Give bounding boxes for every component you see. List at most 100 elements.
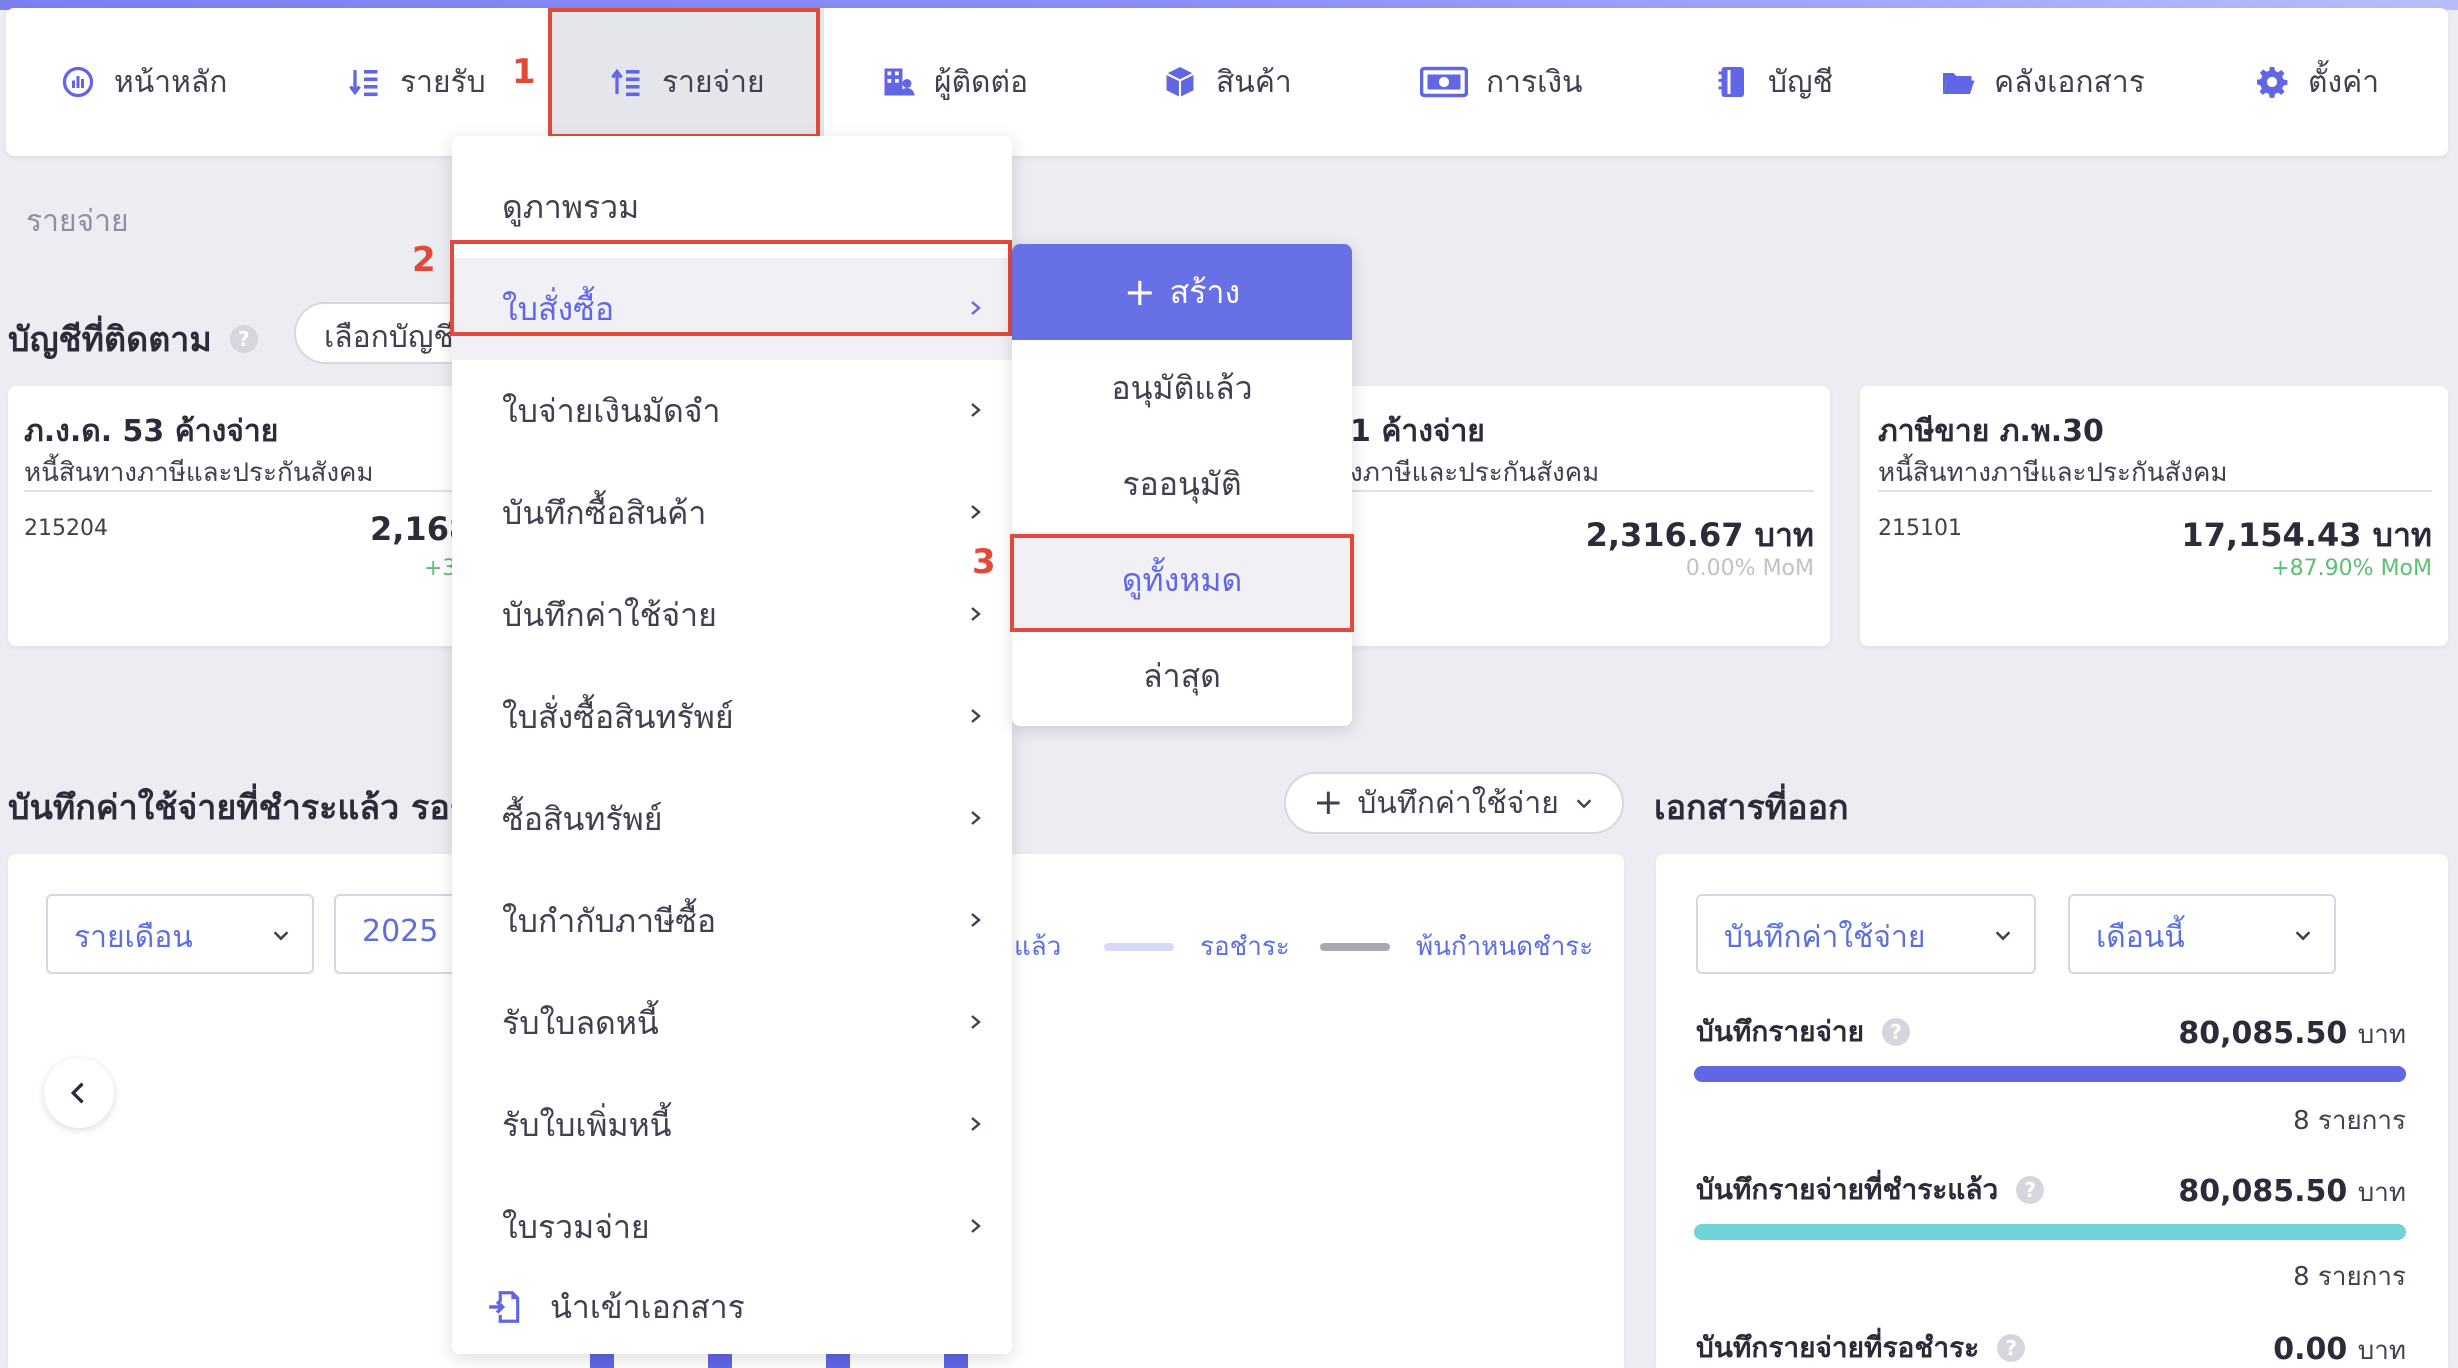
submenu-item-latest[interactable]: ล่าสุด (1012, 628, 1352, 724)
legend-overdue[interactable]: พ้นกำหนดชำระ (1320, 926, 1593, 967)
menu-item-receive-debit-note[interactable]: รับใบเพิ่มหนี้ (452, 1074, 1012, 1176)
nav-label-documents: คลังเอกสาร (1994, 64, 2145, 100)
issued-docs-title: เอกสารที่ออก (1654, 788, 1849, 828)
chart-prev-button[interactable] (44, 1058, 114, 1128)
contacts-building-icon (880, 64, 916, 100)
divider (1310, 490, 1814, 492)
help-icon[interactable]: ? (2016, 1176, 2045, 1204)
stat-value-pending: 0.00 บาท (2273, 1330, 2406, 1368)
watched-accounts-heading: บัญชีที่ติดตาม ? (8, 312, 258, 366)
nav-item-accounts[interactable]: บัญชี (1714, 8, 1833, 156)
stat-label-paid: บันทึกรายจ่ายที่ชำระแล้ว ? (1696, 1168, 2045, 1212)
account-card-middle[interactable]: 1 ค้างจ่าย งภาษีและประกันสังคม 2,316.67 … (1310, 386, 1830, 646)
year-select-value: 2025 (362, 914, 439, 949)
chevron-down-icon (1995, 931, 2011, 941)
divider (24, 490, 452, 492)
menu-item-asset-purchase-order[interactable]: ใบสั่งซื้อสินทรัพย์ (452, 666, 1012, 768)
period-select[interactable]: รายเดือน (46, 894, 314, 974)
menu-item-purchase-record[interactable]: บันทึกซื้อสินค้า (452, 462, 1012, 564)
nav-label-contacts: ผู้ติดต่อ (934, 64, 1029, 100)
menu-item-label: รับใบลดหนี้ (502, 1003, 659, 1042)
divider (1878, 490, 2432, 492)
doc-period-select[interactable]: เดือนนี้ (2068, 894, 2336, 974)
breadcrumb: รายจ่าย (26, 204, 129, 239)
account-code: 215101 (1878, 516, 1962, 541)
nav-item-products[interactable]: สินค้า (1162, 8, 1292, 156)
account-card-vat[interactable]: ภาษีขาย ภ.พ.30 หนี้สินทางภาษีและประกันสั… (1860, 386, 2448, 646)
menu-item-label: ซื้อสินทรัพย์ (502, 799, 663, 838)
chevron-left-icon (70, 1082, 84, 1104)
top-navigation: หน้าหลัก รายรับ รายจ่าย ผู้ติดต่อ สินค้า… (6, 8, 2448, 156)
legend-pending[interactable]: รอชำระ (1104, 926, 1290, 967)
stat-count-paid: 8 รายการ (2293, 1262, 2406, 1292)
stat-amount: 0.00 (2273, 1332, 2348, 1367)
account-card-pnd53[interactable]: ภ.ง.ด. 53 ค้างจ่าย หนี้สินทางภาษีและประก… (8, 386, 468, 646)
account-card-subtitle: หนี้สินทางภาษีและประกันสังคม (24, 458, 374, 488)
nav-item-home[interactable]: หน้าหลัก (60, 8, 227, 156)
doc-period-select-value: เดือนนี้ (2096, 920, 2185, 955)
add-expense-label: บันทึกค่าใช้จ่าย (1357, 785, 1559, 821)
step-marker-3: 3 (972, 542, 996, 582)
menu-item-import-documents[interactable]: นำเข้าเอกสาร (452, 1256, 1012, 1358)
menu-item-label: ดูภาพรวม (502, 187, 640, 226)
chevron-right-icon (971, 1015, 981, 1029)
menu-item-receive-credit-note[interactable]: รับใบลดหนี้ (452, 972, 1012, 1074)
legend-swatch (1320, 942, 1390, 951)
stat-progress-bar-expense (1694, 1066, 2406, 1082)
nav-item-contacts[interactable]: ผู้ติดต่อ (880, 8, 1028, 156)
menu-item-label: บันทึกซื้อสินค้า (502, 493, 707, 532)
stat-amount: 80,085.50 (2178, 1174, 2348, 1209)
menu-item-expense-record[interactable]: บันทึกค่าใช้จ่าย (452, 564, 1012, 666)
purchase-order-submenu: + สร้าง อนุมัติแล้ว รออนุมัติ ดูทั้งหมด … (1012, 244, 1352, 726)
chevron-right-icon (971, 505, 981, 519)
nav-item-documents[interactable]: คลังเอกสาร (1940, 8, 2145, 156)
gear-icon (2254, 64, 2290, 100)
book-icon (1714, 64, 1750, 100)
submenu-item-approved[interactable]: อนุมัติแล้ว (1012, 340, 1352, 436)
account-mom: 0.00% MoM (1685, 556, 1814, 581)
doc-type-select-value: บันทึกค่าใช้จ่าย (1724, 920, 1926, 955)
create-button[interactable]: + สร้าง (1012, 244, 1352, 340)
nav-item-income[interactable]: รายรับ (346, 8, 486, 156)
stat-label-pending: บันทึกรายจ่ายที่รอชำระ ? (1696, 1326, 2026, 1368)
menu-item-label: ใบกำกับภาษีซื้อ (502, 901, 717, 940)
chevron-right-icon (971, 607, 981, 621)
stat-unit: บาท (2357, 1336, 2406, 1366)
menu-item-label: นำเข้าเอกสาร (550, 1287, 745, 1326)
menu-item-asset-purchase[interactable]: ซื้อสินทรัพย์ (452, 768, 1012, 870)
account-card-subtitle: งภาษีและประกันสังคม (1350, 458, 1600, 488)
nav-label-finance: การเงิน (1486, 64, 1583, 100)
period-select-value: รายเดือน (74, 920, 193, 955)
doc-type-select[interactable]: บันทึกค่าใช้จ่าย (1696, 894, 2036, 974)
account-mom: +87.90% MoM (2271, 556, 2432, 581)
expenses-section-title: บันทึกค่าใช้จ่ายที่ชำระแล้ว รอชำ (8, 788, 492, 828)
chevron-right-icon (971, 1219, 981, 1233)
plus-icon: + (1313, 782, 1344, 823)
watched-accounts-title: บัญชีที่ติดตาม (8, 320, 212, 360)
account-card-title: ภาษีขาย ภ.พ.30 (1878, 414, 2104, 449)
nav-item-finance[interactable]: การเงิน (1420, 8, 1583, 156)
account-amount: 2,316.67 บาท (1585, 516, 1814, 554)
highlight-box-purchase-order (450, 240, 1012, 336)
menu-item-label: ใบสั่งซื้อสินทรัพย์ (502, 697, 734, 736)
chevron-right-icon (971, 1117, 981, 1131)
nav-item-settings[interactable]: ตั้งค่า (2254, 8, 2379, 156)
add-expense-button[interactable]: + บันทึกค่าใช้จ่าย (1284, 772, 1624, 834)
highlight-box-view-all (1010, 534, 1354, 632)
stat-label-text: บันทึกรายจ่ายที่ชำระแล้ว (1696, 1173, 1999, 1206)
account-card-title: ภ.ง.ด. 53 ค้างจ่าย (24, 414, 279, 449)
help-icon[interactable]: ? (1997, 1334, 2026, 1362)
highlight-box-expense-tab (548, 8, 820, 138)
legend-pending-label: รอชำระ (1200, 932, 1290, 962)
chevron-down-icon (273, 931, 289, 941)
menu-item-label: ใบรวมจ่าย (502, 1207, 650, 1246)
submenu-item-pending-approval[interactable]: รออนุมัติ (1012, 436, 1352, 532)
stat-value-paid: 80,085.50 บาท (2178, 1172, 2406, 1213)
help-icon[interactable]: ? (1882, 1018, 1911, 1046)
menu-item-deposit-payment[interactable]: ใบจ่ายเงินมัดจำ (452, 360, 1012, 462)
menu-item-purchase-tax-invoice[interactable]: ใบกำกับภาษีซื้อ (452, 870, 1012, 972)
box-icon (1162, 64, 1198, 100)
help-icon[interactable]: ? (229, 325, 258, 353)
legend-overdue-label: พ้นกำหนดชำระ (1416, 932, 1594, 962)
menu-item-label: บันทึกค่าใช้จ่าย (502, 595, 717, 634)
